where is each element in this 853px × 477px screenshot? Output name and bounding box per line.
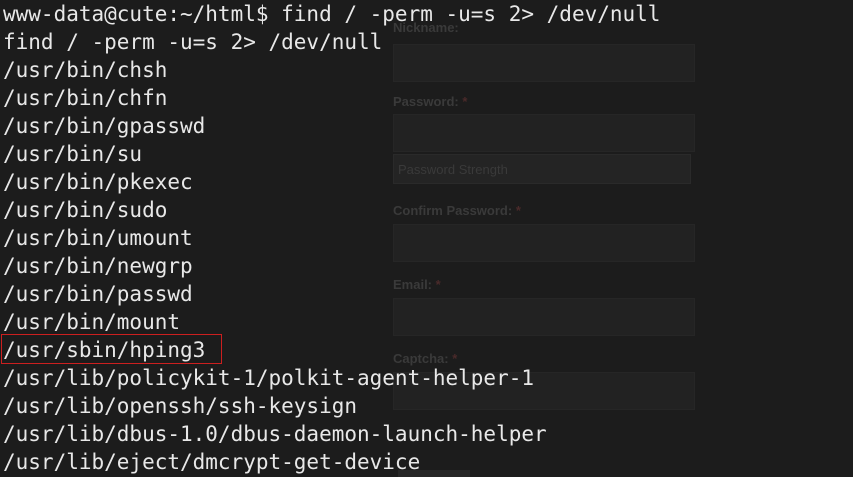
suid-binary-line: /usr/lib/dbus-1.0/dbus-daemon-launch-hel… [3, 422, 547, 446]
suid-binary-line: /usr/lib/policykit-1/polkit-agent-helper… [3, 366, 535, 390]
terminal-window[interactable]: Nickname: Password: * Password Strength … [0, 0, 853, 477]
suid-binary-line: /usr/bin/chsh [3, 58, 168, 82]
suid-binary-line: /usr/lib/eject/dmcrypt-get-device [3, 450, 421, 474]
terminal-output: www-data@cute:~/html$ find / -perm -u=s … [3, 0, 660, 476]
suid-binary-line: /usr/bin/mount [3, 310, 181, 334]
suid-binary-line: /usr/bin/pkexec [3, 170, 193, 194]
prompt-command-line: www-data@cute:~/html$ find / -perm -u=s … [3, 2, 661, 26]
suid-binary-line: /usr/bin/umount [3, 226, 193, 250]
suid-binary-line: /usr/bin/chfn [3, 86, 168, 110]
suid-binary-line: /usr/bin/passwd [3, 282, 193, 306]
echo-command-line: find / -perm -u=s 2> /dev/null [3, 30, 383, 54]
suid-binary-line-highlighted: /usr/sbin/hping3 [3, 338, 206, 362]
suid-binary-line: /usr/bin/su [3, 142, 143, 166]
suid-binary-line: /usr/bin/sudo [3, 198, 168, 222]
suid-binary-line: /usr/lib/openssh/ssh-keysign [3, 394, 358, 418]
suid-binary-line: /usr/bin/newgrp [3, 254, 193, 278]
suid-binary-line: /usr/bin/gpasswd [3, 114, 206, 138]
